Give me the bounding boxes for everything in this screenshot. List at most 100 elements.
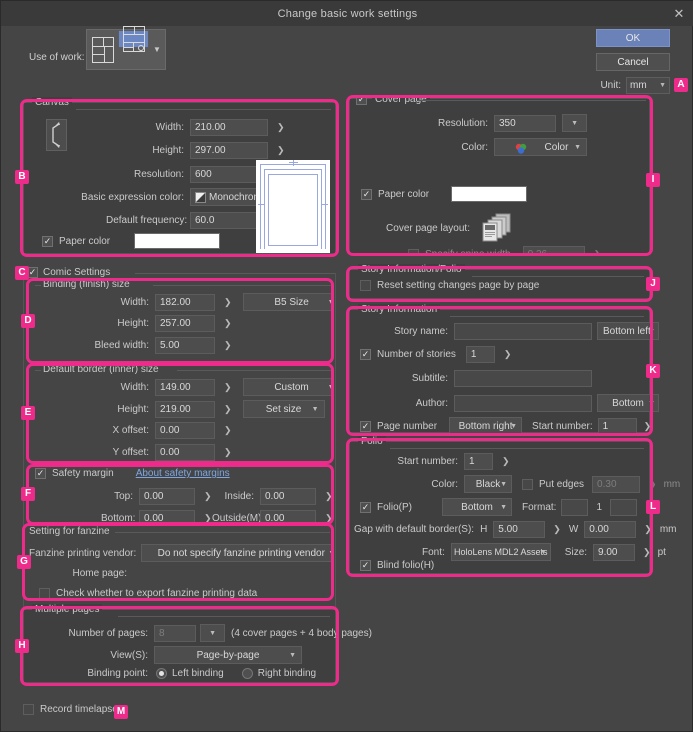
use-of-work-option-comic[interactable] <box>118 26 149 52</box>
author-position-dropdown[interactable]: Bottom ▼ <box>597 394 659 412</box>
cancel-button[interactable]: Cancel <box>596 53 670 71</box>
folio-gap-w-stepper[interactable]: ❯ <box>644 524 652 535</box>
border-xoffset-input[interactable]: 0.00 <box>155 422 215 439</box>
folio-size-input[interactable]: 9.00 <box>593 543 636 561</box>
binding-width-stepper[interactable]: ❯ <box>224 297 232 308</box>
author-input[interactable] <box>454 394 592 412</box>
safety-top-stepper[interactable]: ❯ <box>204 491 212 502</box>
border-width-input[interactable]: 149.00 <box>155 378 215 396</box>
page-number-checkbox[interactable]: ✓ <box>360 420 371 432</box>
number-of-stories-stepper[interactable]: ❯ <box>504 349 512 360</box>
folio-font-row: Font: HoloLens MDL2 Assets ▼ Size: 9.00 … <box>422 543 666 561</box>
folio-font-dropdown[interactable]: HoloLens MDL2 Assets ▼ <box>450 543 551 561</box>
binding-point-right-radio[interactable] <box>241 668 253 679</box>
story-name-position-dropdown[interactable]: Bottom left ▼ <box>597 322 659 340</box>
cover-spine-input[interactable]: 0.26 <box>522 246 585 253</box>
binding-height-stepper[interactable]: ❯ <box>224 318 232 329</box>
canvas-height-stepper[interactable]: ❯ <box>277 145 285 156</box>
canvas-width-input[interactable]: 210.00 <box>190 119 268 136</box>
folio-start-number-stepper[interactable]: ❯ <box>502 456 510 467</box>
cover-spine-checkbox[interactable] <box>408 249 419 253</box>
put-edges-stepper[interactable]: ❯ <box>649 479 657 490</box>
canvas-height-input[interactable]: 297.00 <box>190 142 268 159</box>
safety-bottom-stepper[interactable]: ❯ <box>204 513 212 522</box>
unit-row: Unit: mm ▼ <box>600 77 670 94</box>
cover-page-checkbox[interactable]: ✓ <box>356 98 367 105</box>
ok-button[interactable]: OK <box>596 29 670 47</box>
cover-page-layout-icon[interactable] <box>478 213 520 243</box>
safety-inside-label: Inside: <box>224 491 254 502</box>
binding-bleed-stepper[interactable]: ❯ <box>224 340 232 351</box>
number-of-pages-input[interactable]: 8 <box>154 624 196 642</box>
cover-paper-color-checkbox[interactable]: ✓ <box>361 188 372 200</box>
safety-outside-stepper[interactable]: ❯ <box>325 513 331 522</box>
border-yoffset-input[interactable]: 0.00 <box>155 444 215 461</box>
fanzine-export-checkbox[interactable] <box>39 588 50 598</box>
border-yoffset-stepper[interactable]: ❯ <box>224 447 232 458</box>
folio-start-number-input[interactable]: 1 <box>464 453 493 470</box>
binding-point-left-radio[interactable] <box>156 668 167 679</box>
folio-p-checkbox[interactable]: ✓ <box>360 501 371 513</box>
folio-gap-h-input[interactable]: 5.00 <box>493 521 546 538</box>
cover-spine-stepper[interactable]: ❯ <box>594 249 602 253</box>
border-xoffset-stepper[interactable]: ❯ <box>224 425 232 436</box>
record-timelapse-checkbox[interactable] <box>23 704 34 715</box>
canvas-paper-color-swatch[interactable] <box>134 233 221 249</box>
safety-margin-checkbox[interactable]: ✓ <box>35 468 46 479</box>
chevron-down-icon: ▼ <box>510 422 518 430</box>
cover-color-dropdown[interactable]: Color ▼ <box>494 138 587 156</box>
border-preset-dropdown[interactable]: Custom ▼ <box>242 378 331 396</box>
start-number-stepper[interactable]: ❯ <box>644 421 652 432</box>
folio-gap-h-stepper[interactable]: ❯ <box>553 524 561 535</box>
folio-format-prefix-input[interactable] <box>561 498 589 516</box>
cover-resolution-dropdown[interactable]: ▼ <box>562 114 587 132</box>
safety-outside-input[interactable]: 0.00 <box>260 510 316 522</box>
start-number-input[interactable]: 1 <box>597 417 637 435</box>
number-of-stories-input[interactable]: 1 <box>465 346 495 363</box>
binding-height-input[interactable]: 257.00 <box>155 315 215 332</box>
safety-inside-input[interactable]: 0.00 <box>260 488 316 505</box>
canvas-width-stepper[interactable]: ❯ <box>277 122 285 133</box>
subtitle-input[interactable] <box>454 370 592 387</box>
folio-format-value: 1 <box>596 501 603 513</box>
annotation-tag-h: H <box>15 639 29 653</box>
use-of-work-option-illustration[interactable] <box>87 30 118 69</box>
binding-width-input[interactable]: 182.00 <box>155 293 215 311</box>
number-of-pages-dropdown[interactable]: ▼ <box>200 624 225 642</box>
unit-select[interactable]: mm ▼ <box>626 77 670 94</box>
close-icon[interactable]: ✕ <box>670 5 688 23</box>
story-name-input[interactable] <box>454 322 592 340</box>
reset-setting-checkbox[interactable] <box>360 280 371 291</box>
folio-p-position-dropdown[interactable]: Bottom ▼ <box>442 498 513 516</box>
folio-size-stepper[interactable]: ❯ <box>643 547 651 558</box>
fanzine-vendor-dropdown[interactable]: Do not specify fanzine printing vendor ▼ <box>141 544 334 562</box>
put-edges-input[interactable]: 0.30 <box>592 475 641 493</box>
safety-bottom-input[interactable]: 0.00 <box>139 510 195 522</box>
folio-gap-w-input[interactable]: 0.00 <box>584 521 637 538</box>
folio-font-value: HoloLens MDL2 Assets <box>454 547 548 557</box>
safety-inside-stepper[interactable]: ❯ <box>325 491 331 502</box>
border-height-input[interactable]: 219.00 <box>155 400 215 418</box>
page-number-position-dropdown[interactable]: Bottom right ▼ <box>449 417 523 435</box>
border-height-stepper[interactable]: ❯ <box>224 404 232 415</box>
binding-bleed-input[interactable]: 5.00 <box>155 337 215 354</box>
about-safety-margins-link[interactable]: About safety margins <box>136 468 230 479</box>
binding-preset-dropdown[interactable]: B5 Size ▼ <box>242 293 331 311</box>
canvas-paper-color-checkbox[interactable]: ✓ <box>42 235 53 247</box>
border-width-stepper[interactable]: ❯ <box>224 382 232 393</box>
border-setsize-dropdown[interactable]: Set size ▼ <box>242 400 325 418</box>
view-value: Page-by-page <box>196 649 260 661</box>
safety-top-input[interactable]: 0.00 <box>139 488 195 505</box>
cover-color-value: Color <box>544 141 569 153</box>
chevron-down-icon[interactable]: ▼ <box>149 30 165 69</box>
folio-format-suffix-input[interactable] <box>610 498 638 516</box>
number-of-stories-checkbox[interactable]: ✓ <box>360 349 371 360</box>
use-of-work-selector[interactable]: ▼ <box>86 26 166 70</box>
cover-paper-color-swatch[interactable] <box>451 186 528 202</box>
put-edges-checkbox[interactable] <box>522 478 533 490</box>
swap-orientation-button[interactable] <box>46 119 67 151</box>
cover-resolution-input[interactable]: 350 <box>494 114 556 132</box>
folio-color-dropdown[interactable]: Black ▼ <box>464 475 512 493</box>
view-dropdown[interactable]: Page-by-page ▼ <box>154 646 302 664</box>
blind-folio-checkbox[interactable]: ✓ <box>360 560 371 571</box>
